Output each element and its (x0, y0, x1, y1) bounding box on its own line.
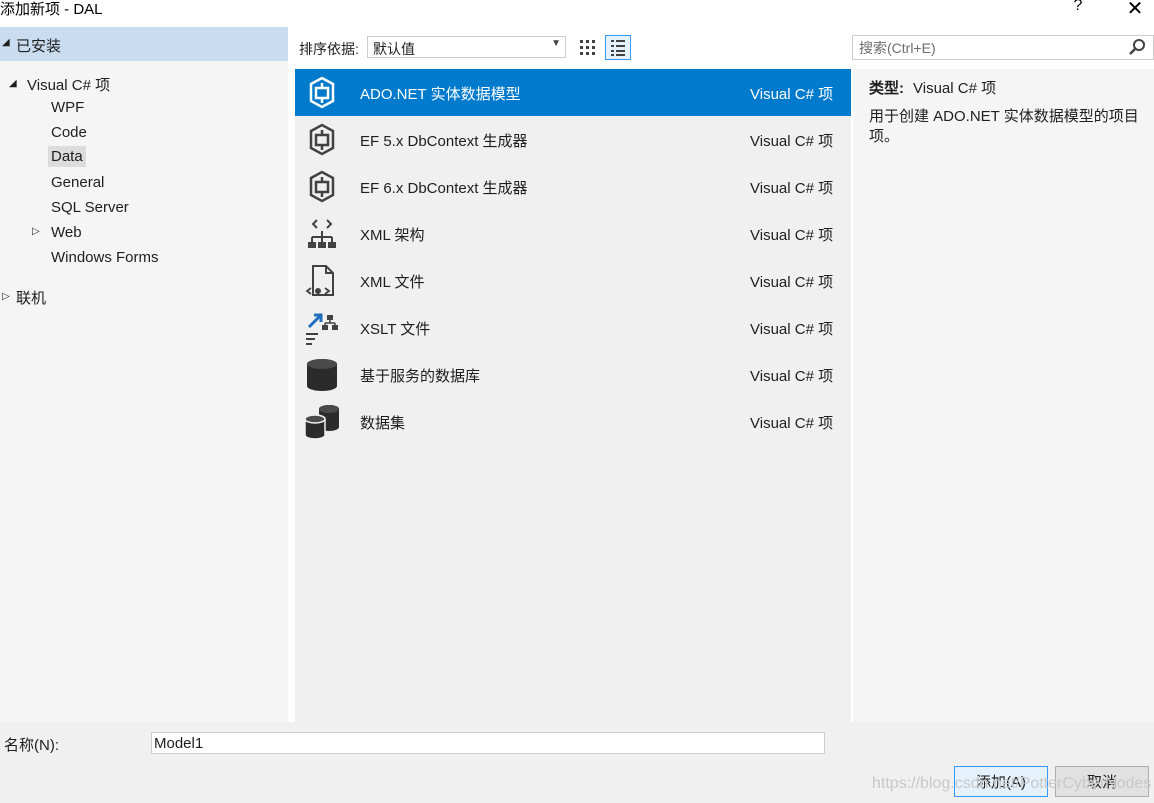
type-value: Visual C# 项 (913, 80, 997, 97)
sort-value: 默认值 (373, 41, 415, 57)
list-view-icon (611, 40, 625, 56)
expanded-arrow-icon[interactable]: ◢ (2, 37, 10, 48)
grid-view-button[interactable] (577, 36, 599, 58)
cancel-button[interactable]: 取消 (1055, 766, 1149, 797)
list-item[interactable]: EF 6.x DbContext 生成器 Visual C# 项 (295, 163, 851, 210)
expanded-arrow-icon[interactable]: ◢ (9, 78, 17, 89)
item-type: Visual C# 项 (750, 133, 834, 150)
category-tree-panel (0, 27, 288, 722)
help-button[interactable]: ? (1068, 0, 1088, 19)
name-input[interactable] (151, 732, 825, 754)
chevron-down-icon: ▼ (551, 38, 561, 49)
search-input[interactable] (857, 38, 1121, 58)
list-view-button[interactable] (605, 35, 631, 60)
search-box[interactable] (852, 35, 1154, 60)
sort-label: 排序依据: (299, 41, 359, 57)
item-description: 用于创建 ADO.NET 实体数据模型的项目项。 (869, 108, 1139, 145)
installed-label[interactable]: 已安装 (16, 35, 61, 56)
list-item[interactable]: ADO.NET 实体数据模型 Visual C# 项 (295, 69, 851, 116)
item-type: Visual C# 项 (750, 227, 834, 244)
list-item[interactable]: 数据集 Visual C# 项 (295, 398, 851, 445)
item-type: Visual C# 项 (750, 274, 834, 291)
list-item[interactable]: 基于服务的数据库 Visual C# 项 (295, 351, 851, 398)
list-item[interactable]: XML 架构 Visual C# 项 (295, 210, 851, 257)
item-name: EF 5.x DbContext 生成器 (360, 133, 528, 150)
tree-item-wpf[interactable]: WPF (51, 99, 84, 116)
dataset-icon (304, 405, 339, 440)
item-type: Visual C# 项 (750, 86, 834, 103)
entity-model-icon (309, 123, 335, 156)
item-name: EF 6.x DbContext 生成器 (360, 180, 528, 197)
xml-schema-icon (308, 219, 336, 248)
item-type: Visual C# 项 (750, 368, 834, 385)
tree-item-data[interactable]: Data (48, 146, 86, 167)
xslt-file-icon (306, 313, 338, 345)
item-name: 数据集 (360, 415, 406, 432)
collapsed-arrow-icon[interactable]: ▷ (32, 226, 40, 237)
title-bar: 添加新项 - DAL ? ✕ (0, 0, 1154, 26)
item-type: Visual C# 项 (750, 180, 834, 197)
tree-item-code[interactable]: Code (51, 124, 87, 141)
tree-item-visual-cs[interactable]: Visual C# 项 (27, 74, 110, 95)
item-type: Visual C# 项 (750, 415, 834, 432)
search-icon[interactable] (1127, 38, 1147, 56)
list-item[interactable]: XML 文件 Visual C# 项 (295, 257, 851, 304)
grid-view-icon (580, 40, 595, 55)
entity-model-icon (309, 76, 335, 109)
item-name: XSLT 文件 (360, 321, 431, 338)
window-title: 添加新项 - DAL (0, 1, 103, 18)
template-list: ADO.NET 实体数据模型 Visual C# 项 EF 5.x DbCont… (295, 69, 851, 722)
item-name: XML 文件 (360, 274, 425, 291)
item-name: XML 架构 (360, 227, 425, 244)
entity-model-icon (309, 170, 335, 203)
add-button[interactable]: 添加(A) (954, 766, 1048, 797)
close-button[interactable]: ✕ (1122, 0, 1148, 20)
item-type: Visual C# 项 (750, 321, 834, 338)
item-name: 基于服务的数据库 (360, 368, 481, 385)
tree-item-windows-forms[interactable]: Windows Forms (51, 249, 159, 266)
xml-file-icon (305, 265, 334, 296)
list-item[interactable]: EF 5.x DbContext 生成器 Visual C# 项 (295, 116, 851, 163)
tree-item-sql-server[interactable]: SQL Server (51, 199, 129, 216)
sort-dropdown[interactable]: 默认值 ▼ (367, 36, 566, 58)
tree-item-online[interactable]: 联机 (16, 287, 46, 308)
list-item[interactable]: XSLT 文件 Visual C# 项 (295, 304, 851, 351)
details-panel (853, 69, 1154, 722)
tree-item-web[interactable]: Web (51, 224, 82, 241)
type-label: 类型: (869, 80, 904, 97)
database-icon (307, 359, 337, 391)
tree-item-general[interactable]: General (51, 174, 104, 191)
item-name: ADO.NET 实体数据模型 (360, 86, 521, 103)
name-label: 名称(N): (4, 737, 59, 754)
collapsed-arrow-icon[interactable]: ▷ (2, 291, 10, 302)
